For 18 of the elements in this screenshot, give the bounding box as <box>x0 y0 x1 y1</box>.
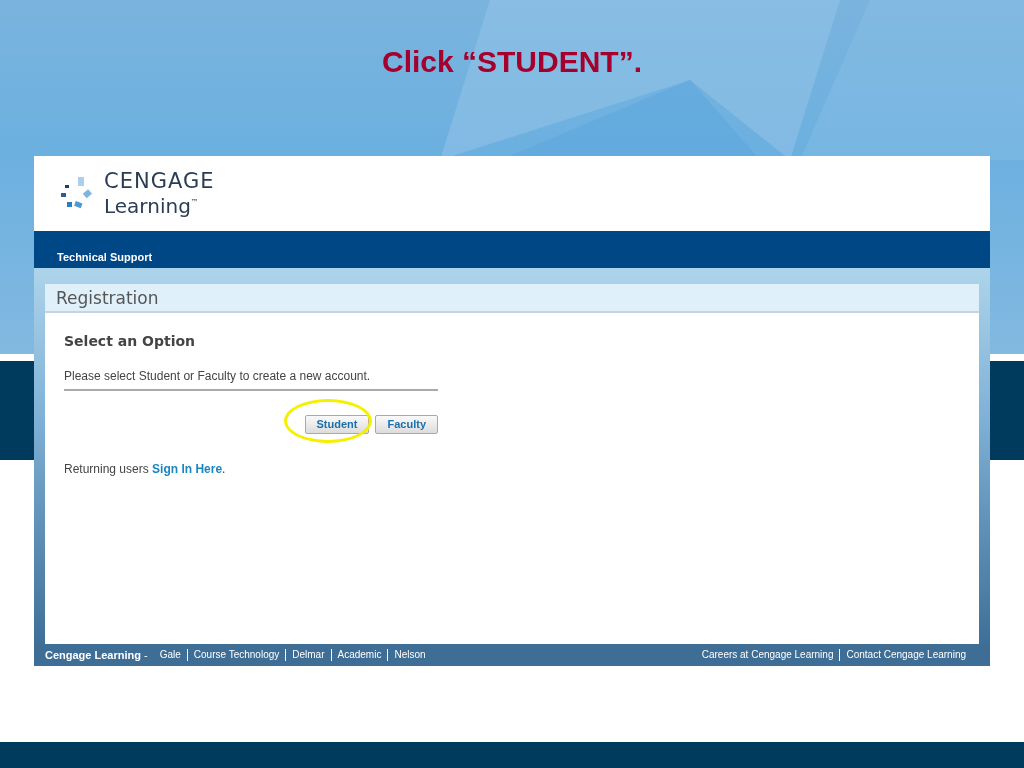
footer-link[interactable]: Delmar <box>285 649 331 661</box>
footer-link[interactable]: Course Technology <box>186 649 286 661</box>
footer-link[interactable]: Careers at Cengage Learning <box>695 649 840 661</box>
account-type-button[interactable]: Student <box>304 414 370 434</box>
footer-link[interactable]: Contact Cengage Learning <box>839 649 972 661</box>
instruction-text: Please select Student or Faculty to create a new account. <box>64 369 438 391</box>
footer-brand: Cengage Learning - <box>45 649 148 661</box>
logo-text: CENGAGE <box>104 170 215 193</box>
nav-link[interactable]: Technical Support <box>57 251 153 263</box>
footer-link[interactable]: Gale <box>153 649 187 661</box>
logo-text: Learning$^{™}$ <box>104 192 200 217</box>
returning-users-text: Returning users Sign In Here. <box>64 461 227 476</box>
slide-title: Click “STUDENT”. <box>380 44 643 80</box>
account-type-button[interactable]: Faculty <box>375 414 438 434</box>
section-heading: Select an Option <box>64 333 197 349</box>
footer-link[interactable]: Nelson <box>387 649 432 661</box>
panel-title: Registration <box>45 284 979 313</box>
footer-link[interactable]: Academic <box>330 649 388 661</box>
